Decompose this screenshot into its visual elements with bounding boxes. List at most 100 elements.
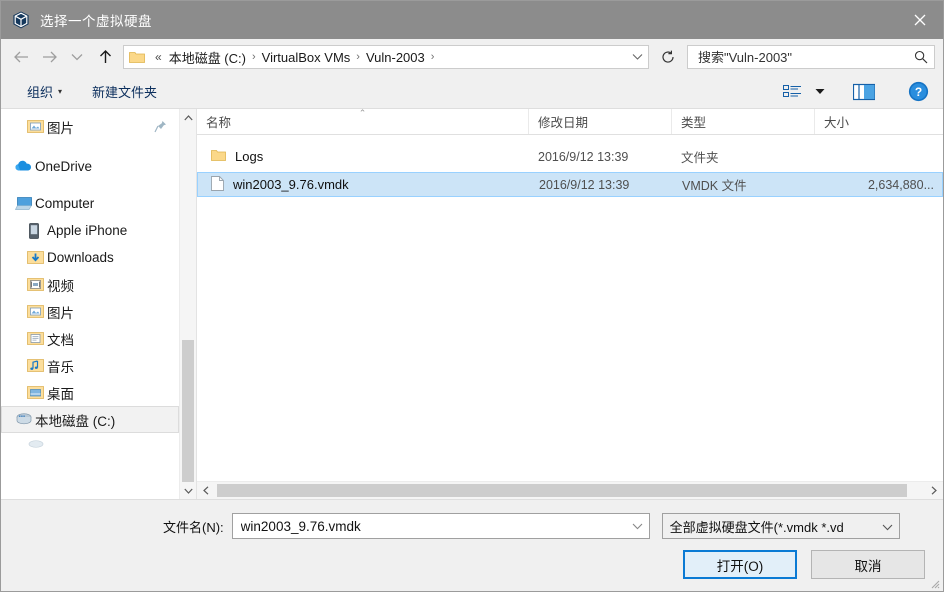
window-title: 选择一个虚拟硬盘 — [40, 14, 152, 29]
sidebar-item-desktop[interactable]: 桌面 — [1, 379, 179, 406]
sidebar-item-label: OneDrive — [35, 159, 93, 174]
videos-folder-icon — [27, 277, 44, 293]
resize-grip[interactable] — [928, 577, 940, 589]
sidebar-item-computer[interactable]: Computer — [1, 190, 179, 217]
search-box[interactable] — [687, 45, 935, 69]
breadcrumb-item-drive[interactable]: 本地磁盘 (C:) — [166, 48, 249, 67]
window-controls — [897, 1, 943, 39]
filename-label: 文件名(N): — [163, 519, 224, 535]
filename-input[interactable] — [238, 517, 627, 535]
filename-row: 文件名(N): 全部虚拟硬盘文件(*.vmdk *.vd — [1, 510, 943, 542]
sidebar-item-apple-iphone[interactable]: Apple iPhone — [1, 217, 179, 244]
breadcrumb-separator[interactable]: › — [353, 51, 363, 63]
column-header-label: 大小 — [824, 116, 850, 130]
computer-icon — [14, 196, 32, 212]
search-icon — [914, 50, 928, 64]
breadcrumb-item-vuln[interactable]: Vuln-2003 — [363, 50, 428, 65]
command-toolbar: 组织 ▾ 新建文件夹 ? — [1, 75, 943, 109]
search-input[interactable] — [696, 48, 914, 66]
folder-icon — [129, 50, 145, 64]
file-type-filter-combobox[interactable]: 全部虚拟硬盘文件(*.vmdk *.vd — [661, 513, 900, 539]
virtualbox-cube-icon — [11, 10, 31, 30]
scroll-left-icon[interactable] — [197, 482, 215, 499]
organize-button[interactable]: 组织 ▾ — [19, 78, 70, 105]
svg-text:?: ? — [914, 85, 921, 99]
dialog-buttons: 打开(O) 取消 — [1, 550, 943, 579]
column-header-date[interactable]: 修改日期 — [529, 109, 672, 134]
hscroll-track[interactable] — [215, 482, 925, 499]
view-list-icon[interactable] — [775, 79, 809, 105]
new-folder-button[interactable]: 新建文件夹 — [84, 78, 165, 105]
sidebar-scroll-track[interactable] — [180, 126, 196, 482]
sidebar-item-label: Apple iPhone — [47, 223, 128, 238]
new-folder-label: 新建文件夹 — [92, 85, 158, 100]
sidebar-item-pictures[interactable]: 图片 — [1, 298, 179, 325]
cancel-button[interactable]: 取消 — [811, 550, 925, 579]
title-bar: 选择一个虚拟硬盘 — [1, 1, 943, 39]
breadcrumb-item-vbox[interactable]: VirtualBox VMs — [259, 50, 354, 65]
sidebar-scroll-thumb[interactable] — [182, 339, 194, 482]
sidebar-item-music[interactable]: 音乐 — [1, 352, 179, 379]
pin-icon[interactable] — [154, 120, 167, 136]
column-header-label: 类型 — [681, 116, 707, 130]
filename-combobox[interactable] — [231, 513, 650, 539]
preview-pane-icon[interactable] — [847, 79, 881, 105]
forward-button[interactable] — [35, 43, 63, 71]
file-date-cell: 2016/9/12 13:39 — [538, 149, 629, 164]
sidebar-item-partial[interactable] — [1, 433, 179, 460]
file-type-cell: VMDK 文件 — [682, 179, 747, 193]
scroll-down-icon[interactable] — [180, 482, 196, 499]
sidebar-item-local-disk-c[interactable]: 本地磁盘 (C:) — [1, 406, 179, 433]
column-headers: ⌃ 名称 修改日期 类型 大小 — [197, 108, 943, 135]
music-folder-icon — [27, 358, 44, 374]
breadcrumb-separator[interactable]: › — [249, 51, 259, 63]
file-name-cell: win2003_9.76.vmdk — [198, 175, 530, 194]
refresh-icon[interactable] — [655, 45, 681, 69]
file-icon — [211, 175, 224, 194]
folder-icon — [211, 149, 226, 165]
scroll-up-icon[interactable] — [180, 109, 196, 126]
sidebar-item-onedrive[interactable]: OneDrive — [1, 153, 179, 180]
sidebar-item-documents[interactable]: 文档 — [1, 325, 179, 352]
recent-locations-button[interactable] — [63, 43, 91, 71]
file-list[interactable]: Logs 2016/9/12 13:39 文件夹 win2003_9.76.vm… — [197, 135, 943, 481]
close-icon[interactable] — [897, 1, 943, 39]
sidebar-item-pictures-pinned[interactable]: 图片 — [1, 113, 179, 140]
column-header-size[interactable]: 大小 — [815, 109, 943, 134]
sidebar-item-label: 视频 — [47, 278, 74, 294]
file-open-dialog: 选择一个虚拟硬盘 « 本地磁盘 (C:) › VirtualBox VMs › … — [0, 0, 944, 592]
back-button[interactable] — [7, 43, 35, 71]
sidebar-item-label: 文档 — [47, 332, 74, 348]
file-name-label: win2003_9.76.vmdk — [233, 177, 349, 192]
open-button[interactable]: 打开(O) — [683, 550, 797, 579]
table-row[interactable]: win2003_9.76.vmdk 2016/9/12 13:39 VMDK 文… — [197, 172, 943, 197]
file-date-cell: 2016/9/12 13:39 — [539, 177, 630, 192]
scroll-right-icon[interactable] — [925, 482, 943, 499]
column-header-name[interactable]: ⌃ 名称 — [197, 108, 529, 134]
help-icon[interactable]: ? — [901, 79, 935, 105]
chevron-down-icon[interactable] — [626, 53, 648, 61]
file-list-pane: ⌃ 名称 修改日期 类型 大小 Logs 2016/9/12 13:39 文件夹… — [197, 108, 943, 499]
dialog-body: 图片 OneDrive Computer Apple iPhone Downlo… — [1, 108, 943, 499]
column-header-type[interactable]: 类型 — [672, 109, 815, 134]
sidebar-item-downloads[interactable]: Downloads — [1, 244, 179, 271]
breadcrumb-overflow[interactable]: « — [151, 50, 166, 64]
file-list-hscrollbar[interactable] — [197, 481, 943, 499]
chevron-down-icon[interactable] — [627, 523, 649, 530]
address-bar[interactable]: « 本地磁盘 (C:) › VirtualBox VMs › Vuln-2003… — [123, 45, 649, 69]
navigation-bar: « 本地磁盘 (C:) › VirtualBox VMs › Vuln-2003… — [1, 39, 943, 75]
file-type-cell: 文件夹 — [681, 151, 719, 165]
hscroll-thumb[interactable] — [217, 484, 907, 497]
sidebar-item-label: 音乐 — [47, 359, 74, 375]
view-dropdown-caret-icon[interactable] — [811, 79, 829, 105]
file-size-cell: 2,634,880... — [867, 177, 934, 192]
up-button[interactable] — [91, 43, 119, 71]
sidebar-item-label: Computer — [35, 196, 95, 211]
toolbar-right-group: ? — [775, 79, 935, 105]
sidebar-scrollbar[interactable] — [179, 109, 196, 499]
table-row[interactable]: Logs 2016/9/12 13:39 文件夹 — [197, 144, 943, 169]
sidebar-item-videos[interactable]: 视频 — [1, 271, 179, 298]
breadcrumb-separator[interactable]: › — [428, 51, 438, 63]
chevron-down-icon[interactable] — [876, 519, 899, 534]
file-name-cell: Logs — [197, 149, 529, 165]
